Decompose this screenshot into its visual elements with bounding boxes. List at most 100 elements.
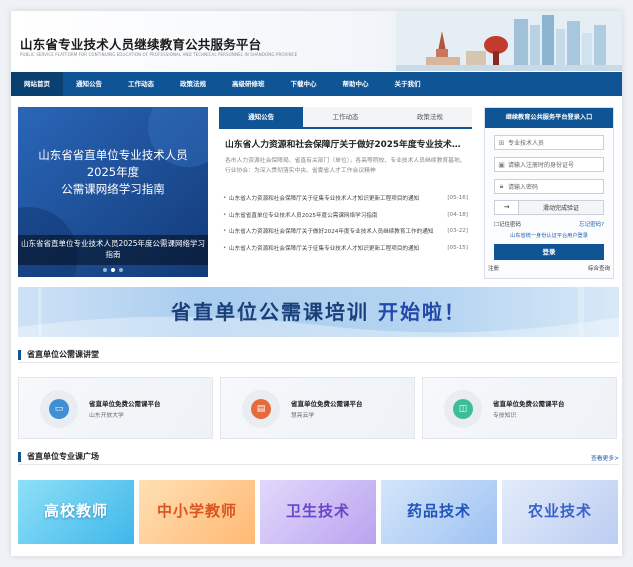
id-number-placeholder: 请输入注册时的身份证号 xyxy=(508,162,575,169)
monitor-icon: ▭ xyxy=(49,399,69,419)
list-item[interactable]: • 山东省人力资源和社会保障厅关于征集专业技术人才知识更新工程项目的通知 [05-1… xyxy=(223,240,468,257)
password-placeholder: 请输入密码 xyxy=(508,184,539,191)
remember-label: 记住密码 xyxy=(498,222,521,228)
news-panel: 通知公告 工作动态 政策法规 山东省人力资源和社会保障厅关于做好2025年度专业… xyxy=(219,107,472,277)
promo-main: 省直单位公需课培训 xyxy=(171,300,370,324)
news-item-date: [05-16] xyxy=(447,195,468,202)
remember-row: ☐记住密码 忘记密码? xyxy=(494,220,604,228)
news-summary: 各市人力资源社会保障局、省直有关部门（单位），各高等院校、专业技术人员继续教育基… xyxy=(225,158,466,174)
section-title: 省直单位公需课讲堂 xyxy=(27,350,99,359)
section-header-lectures: 省直单位公需课讲堂 xyxy=(18,349,619,363)
banner-text: 山东省省直单位专业技术人员 2025年度 公需课网络学习指南 xyxy=(18,147,208,198)
site-header: 山东省专业技术人员继续教育公共服务平台 PUBLIC SERVICE PLATF… xyxy=(11,11,622,71)
platform-icon-ring: ▭ xyxy=(40,390,78,428)
slider-label: 滑动完成验证 xyxy=(542,205,579,212)
query-link[interactable]: 综合查询 xyxy=(588,264,610,272)
platform-title: 省直单位免费公需课平台 xyxy=(291,400,363,408)
carousel-dot[interactable] xyxy=(119,268,123,272)
category-tile-school[interactable]: 中小学教师 xyxy=(139,480,255,544)
nav-item-news[interactable]: 工作动态 xyxy=(115,72,167,96)
category-tile-university[interactable]: 高校教师 xyxy=(18,480,134,544)
promo-highlight: 开始啦！ xyxy=(377,300,466,324)
category-tile-health[interactable]: 卫生技术 xyxy=(260,480,376,544)
category-label: 中小学教师 xyxy=(156,502,237,520)
news-item-title[interactable]: 山东省人力资源和社会保障厅关于做好2024年度专业技术人员继续教育工作的通知 xyxy=(229,227,444,235)
id-card-icon: ▣ xyxy=(498,160,505,169)
promo-banner[interactable]: 省直单位公需课培训 开始啦！ xyxy=(18,287,619,337)
banner-line-3: 公需课网络学习指南 xyxy=(61,182,165,196)
carousel-banner[interactable]: 山东省省直单位专业技术人员 2025年度 公需课网络学习指南 山东省省直单位专业… xyxy=(18,107,208,277)
tab-policies[interactable]: 政策法规 xyxy=(387,107,472,127)
news-item-date: [03-22] xyxy=(447,228,468,235)
news-item-date: [04-18] xyxy=(447,211,468,218)
nav-item-seminars[interactable]: 高级研修班 xyxy=(219,72,278,96)
nav-item-downloads[interactable]: 下载中心 xyxy=(278,72,330,96)
category-tile-pharma[interactable]: 药品技术 xyxy=(381,480,497,544)
news-item-title[interactable]: 山东省人力资源和社会保障厅关于征集专业技术人才知识更新工程项目的通知 xyxy=(229,244,444,252)
section-title: 省直单位专业课广场 xyxy=(27,452,99,461)
document-icon: ▤ xyxy=(251,399,271,419)
page: 山东省专业技术人员继续教育公共服务平台 PUBLIC SERVICE PLATF… xyxy=(11,11,622,556)
section-header-professional: 省直单位专业课广场 查看更多> xyxy=(18,451,619,465)
platform-org: 慧亮云学 xyxy=(291,413,315,419)
platform-title: 省直单位免费公需课平台 xyxy=(89,400,161,408)
category-label: 高校教师 xyxy=(43,502,108,520)
platform-title: 省直单位免费公需课平台 xyxy=(493,400,565,408)
banner-line-2: 2025年度 xyxy=(86,165,140,179)
role-value: 专业技术人员 xyxy=(508,140,545,147)
tab-news[interactable]: 工作动态 xyxy=(303,107,388,127)
platform-card[interactable]: ▤ 省直单位免费公需课平台 慧亮云学 xyxy=(220,377,415,439)
platform-card[interactable]: ▭ 省直单位免费公需课平台 山东开放大学 xyxy=(18,377,213,439)
view-more-link[interactable]: 查看更多> xyxy=(591,453,619,462)
login-button[interactable]: 登录 xyxy=(494,244,604,260)
news-headline[interactable]: 山东省人力资源和社会保障厅关于做好2025年度专业技术人员继续教育工作的通知 xyxy=(219,137,472,150)
platform-icon-ring: ▤ xyxy=(242,390,280,428)
unified-login-link[interactable]: 山东省统一身份认证平台用户登录 xyxy=(494,232,604,239)
login-title: 继续教育公共服务平台登录入口 xyxy=(485,108,613,128)
main-nav: 网站首页 通知公告 工作动态 政策法规 高级研修班 下载中心 帮助中心 关于我们 xyxy=(11,72,622,96)
banner-line-1: 山东省省直单位专业技术人员 xyxy=(38,148,188,162)
nav-item-help[interactable]: 帮助中心 xyxy=(330,72,382,96)
carousel-dot-active[interactable] xyxy=(111,268,115,272)
news-item-title[interactable]: 山东省人力资源和社会保障厅关于征集专业技术人才知识更新工程项目的通知 xyxy=(229,194,444,202)
captcha-slider[interactable]: → 滑动完成验证 xyxy=(494,200,604,215)
skyline-illustration xyxy=(396,11,622,71)
carousel-dots xyxy=(18,257,208,276)
platform-org: 专技知识 xyxy=(493,413,517,419)
arrow-right-icon[interactable]: → xyxy=(495,201,519,214)
site-subtitle: PUBLIC SERVICE PLATFORM FOR CONTINUING E… xyxy=(20,52,298,57)
id-number-input[interactable]: ▣ 请输入注册时的身份证号 xyxy=(494,157,604,172)
platform-card[interactable]: ◫ 省直单位免费公需课平台 专技知识 xyxy=(422,377,617,439)
register-link[interactable]: 注册 xyxy=(488,264,499,272)
category-label: 农业技术 xyxy=(527,502,592,520)
nav-item-about[interactable]: 关于我们 xyxy=(382,72,434,96)
site-title[interactable]: 山东省专业技术人员继续教育公共服务平台 xyxy=(20,34,261,53)
login-footer: 注册 综合查询 xyxy=(488,264,610,272)
lock-icon: 🔒︎ xyxy=(499,182,504,190)
forgot-password-link[interactable]: 忘记密码? xyxy=(579,220,604,228)
platform-icon-ring: ◫ xyxy=(444,390,482,428)
remember-checkbox[interactable]: ☐记住密码 xyxy=(494,220,521,228)
carousel-dot[interactable] xyxy=(103,268,107,272)
list-item[interactable]: • 山东省人力资源和社会保障厅关于做好2024年度专业技术人员继续教育工作的通知[… xyxy=(223,223,468,240)
news-list: • 山东省人力资源和社会保障厅关于征集专业技术人才知识更新工程项目的通知 [05-1… xyxy=(219,190,472,256)
password-input[interactable]: 🔒︎ 请输入密码 xyxy=(494,179,604,194)
list-item[interactable]: • 山东省省直单位专业技术人员2025年度公需课网络学习指南 [04-18] xyxy=(223,207,468,224)
promo-text: 省直单位公需课培训 开始啦！ xyxy=(18,296,619,325)
news-tabs: 通知公告 工作动态 政策法规 xyxy=(219,107,472,129)
login-panel: 继续教育公共服务平台登录入口 ⊞ 专业技术人员 ▣ 请输入注册时的身份证号 🔒︎… xyxy=(484,107,614,279)
book-icon: ◫ xyxy=(453,399,473,419)
nav-item-policies[interactable]: 政策法规 xyxy=(167,72,219,96)
role-select[interactable]: ⊞ 专业技术人员 xyxy=(494,135,604,150)
nav-item-notices[interactable]: 通知公告 xyxy=(63,72,115,96)
platform-org: 山东开放大学 xyxy=(89,413,124,419)
section-bar xyxy=(18,452,21,462)
category-label: 卫生技术 xyxy=(285,502,350,520)
tab-notices[interactable]: 通知公告 xyxy=(219,107,304,127)
news-item-title[interactable]: 山东省省直单位专业技术人员2025年度公需课网络学习指南 xyxy=(229,211,444,219)
list-item[interactable]: • 山东省人力资源和社会保障厅关于征集专业技术人才知识更新工程项目的通知 [05-1… xyxy=(223,190,468,207)
grid-icon: ⊞ xyxy=(498,138,505,147)
category-tile-agriculture[interactable]: 农业技术 xyxy=(502,480,618,544)
category-label: 药品技术 xyxy=(406,502,471,520)
nav-item-home[interactable]: 网站首页 xyxy=(11,72,63,96)
